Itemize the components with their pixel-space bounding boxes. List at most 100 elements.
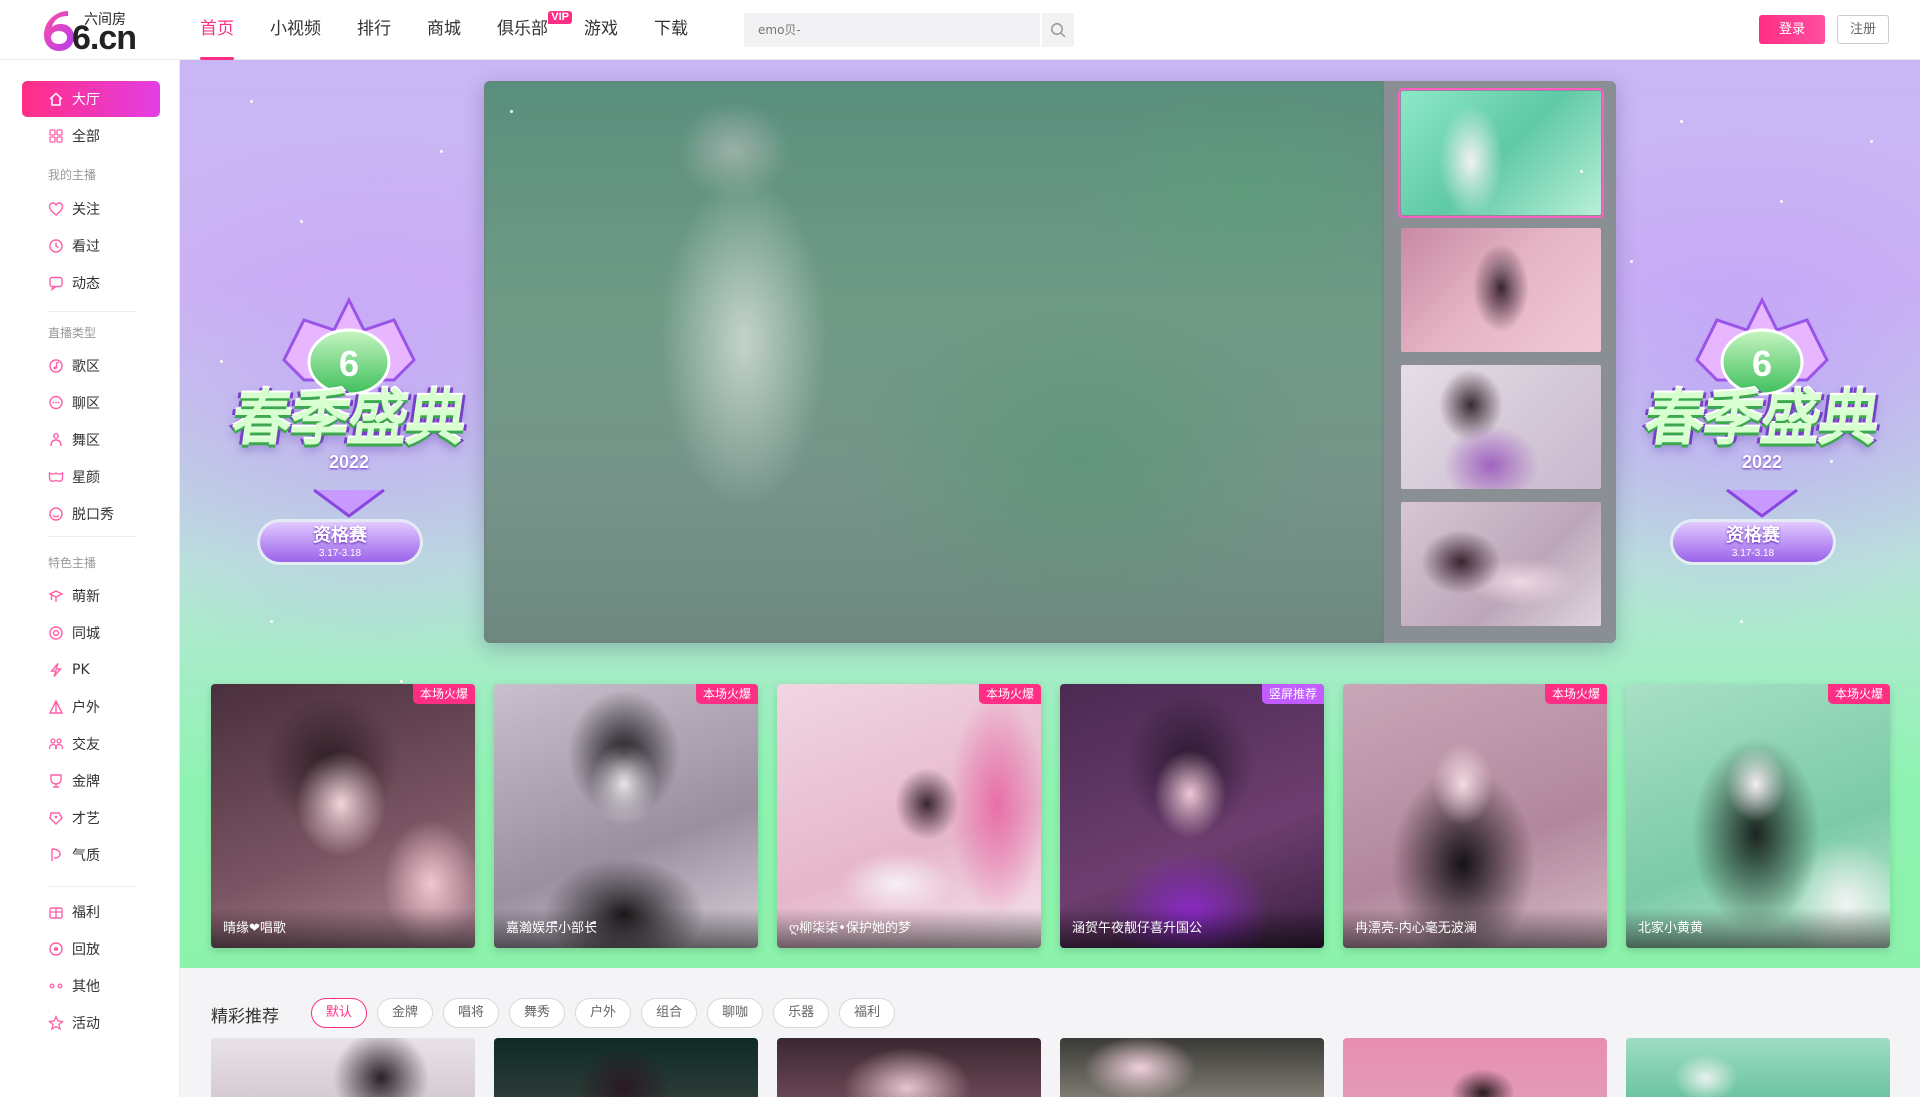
sparkle-decoration: [510, 110, 513, 113]
event-promo-right[interactable]: 6 春季盛典 2022 资格赛 3.17-3.18: [1617, 290, 1907, 610]
player-thumbnail[interactable]: [1401, 228, 1601, 352]
recommend-filter-tab[interactable]: 舞秀: [509, 998, 566, 1028]
sidebar-item[interactable]: 才艺: [22, 800, 160, 836]
home-icon: [48, 91, 64, 107]
recommend-anchor-card[interactable]: [1060, 1038, 1324, 1097]
sidebar-item[interactable]: 大厅: [22, 81, 160, 117]
gift-icon: [48, 904, 64, 920]
event-year: 2022: [328, 452, 370, 472]
sidebar-group-title: 直播类型: [48, 326, 97, 340]
hot-anchor-card[interactable]: 本场火爆 ღ柳柒柒•保护她的梦: [777, 684, 1041, 948]
mask-icon: [48, 469, 64, 485]
search-button[interactable]: [1040, 13, 1074, 47]
nav-item[interactable]: 下载: [654, 0, 688, 60]
recommend-filter-tab[interactable]: 聊咖: [707, 998, 764, 1028]
dance-icon: [48, 432, 64, 448]
event-title: 春季盛典: [1640, 384, 1883, 454]
sparkle-decoration: [220, 360, 223, 363]
nav-item[interactable]: 游戏: [584, 0, 618, 60]
recommend-filters: 默认 金牌 唱将 舞秀 户外 组合 聊咖 乐器 福利: [311, 998, 905, 1028]
sparkle-decoration: [440, 150, 443, 153]
sidebar-item[interactable]: 动态: [22, 265, 160, 301]
sidebar-divider: [48, 886, 136, 887]
sidebar-item[interactable]: 活动: [22, 1005, 160, 1041]
nav-item[interactable]: 小视频: [270, 0, 321, 60]
sidebar-item[interactable]: 关注: [22, 191, 160, 227]
sidebar-divider: [48, 536, 136, 537]
recommend-anchor-card[interactable]: [1343, 1038, 1607, 1097]
sidebar-item[interactable]: 聊区: [22, 385, 160, 421]
hot-anchor-card[interactable]: 本场火爆 冉漂亮-内心毫无波澜: [1343, 684, 1607, 948]
sidebar-item[interactable]: 脱口秀: [22, 496, 160, 532]
friends-icon: [48, 736, 64, 752]
nav-item[interactable]: 商城: [427, 0, 461, 60]
recommend-anchor-card[interactable]: [1626, 1038, 1890, 1097]
event-banner: 6 春季盛典 2022 资格赛 3.17-3.18 6 春季盛典 2022 资格…: [180, 60, 1920, 968]
sidebar-item[interactable]: 气质: [22, 837, 160, 873]
event-stage-dates: 3.17-3.18: [1731, 548, 1775, 559]
sidebar-item[interactable]: 看过: [22, 228, 160, 264]
recommend-filter-tab[interactable]: 福利: [839, 998, 896, 1028]
event-stage-label: 资格赛: [313, 525, 367, 546]
player-thumbnail[interactable]: [1401, 365, 1601, 489]
sidebar-item[interactable]: 全部: [22, 118, 160, 154]
sidebar-item-label: 其他: [72, 979, 100, 995]
sidebar-item[interactable]: 户外: [22, 689, 160, 725]
sidebar-item[interactable]: 福利: [22, 894, 160, 930]
player-thumbnail[interactable]: [1401, 502, 1601, 626]
sidebar-item[interactable]: 萌新: [22, 578, 160, 614]
search-input[interactable]: [744, 13, 1040, 47]
event-stage-pill: 资格赛 3.17-3.18: [260, 522, 420, 562]
sidebar-item[interactable]: 舞区: [22, 422, 160, 458]
sidebar-item-label: 关注: [72, 202, 100, 218]
sidebar-item[interactable]: 回放: [22, 931, 160, 967]
nav-item-label: 商城: [427, 19, 461, 39]
nav-item[interactable]: 首页: [200, 0, 234, 60]
sidebar-item[interactable]: 其他: [22, 968, 160, 1004]
sidebar-item[interactable]: 交友: [22, 726, 160, 762]
nav-item-label: 下载: [654, 19, 688, 39]
anchor-name: 冉漂亮-内心毫无波澜: [1343, 908, 1607, 948]
player-thumbnail[interactable]: [1398, 88, 1604, 218]
logo-cn-name: 六间房: [84, 12, 126, 28]
site-logo[interactable]: 6.cn 六间房: [38, 7, 138, 57]
vip-badge: VIP: [548, 11, 572, 24]
sidebar-item-label: 萌新: [72, 589, 100, 605]
nav-item[interactable]: 俱乐部 VIP: [497, 0, 572, 60]
live-video[interactable]: [484, 81, 1384, 643]
event-title: 春季盛典: [227, 384, 470, 454]
sidebar-item-label: PK: [72, 662, 90, 678]
hot-anchor-card[interactable]: 本场火爆 北家小黄黄: [1626, 684, 1890, 948]
event-promo-left[interactable]: 6 春季盛典 2022 资格赛 3.17-3.18: [204, 290, 494, 610]
recommend-anchor-card[interactable]: [494, 1038, 758, 1097]
hot-anchor-card[interactable]: 本场火爆 嘉瀚娱乐ื小部长ื: [494, 684, 758, 948]
recommend-filter-tab[interactable]: 户外: [575, 998, 632, 1028]
recommend-filter-tab[interactable]: 金牌: [377, 998, 434, 1028]
anchor-name: 晴缘❤唱歌: [211, 908, 475, 948]
hot-anchor-card[interactable]: 竖屏推荐 涵贺午夜靓仔喜升国公: [1060, 684, 1324, 948]
sparkle-decoration: [400, 680, 403, 683]
sidebar-item[interactable]: PK: [22, 652, 160, 688]
sidebar-item-label: 同城: [72, 626, 100, 642]
search-box: [744, 13, 1074, 47]
sparkle-decoration: [1630, 260, 1633, 263]
sidebar-item-label: 金牌: [72, 774, 100, 790]
recommend-filter-tab[interactable]: 乐器: [773, 998, 830, 1028]
sparkle-decoration: [1830, 460, 1833, 463]
login-button[interactable]: 登录: [1759, 15, 1825, 44]
nav-item-label: 首页: [200, 19, 234, 39]
sidebar-item[interactable]: 金牌: [22, 763, 160, 799]
sidebar-item[interactable]: 歌区: [22, 348, 160, 384]
hot-anchor-card[interactable]: 本场火爆 晴缘❤唱歌: [211, 684, 475, 948]
recommend-filter-tab[interactable]: 唱将: [443, 998, 500, 1028]
register-button[interactable]: 注册: [1837, 15, 1889, 44]
recommend-filter-tab[interactable]: 组合: [641, 998, 698, 1028]
recommend-filter-tab[interactable]: 默认: [311, 998, 368, 1028]
top-header: 6.cn 六间房 首页 小视频 排行 商城 俱乐部VIP 游戏 下载 登录 注册: [0, 0, 1920, 60]
nav-item[interactable]: 排行: [357, 0, 391, 60]
recommend-anchor-card[interactable]: [211, 1038, 475, 1097]
sidebar-item[interactable]: 星颜: [22, 459, 160, 495]
sidebar-item[interactable]: 同城: [22, 615, 160, 651]
more-icon: [48, 978, 64, 994]
recommend-anchor-card[interactable]: [777, 1038, 1041, 1097]
